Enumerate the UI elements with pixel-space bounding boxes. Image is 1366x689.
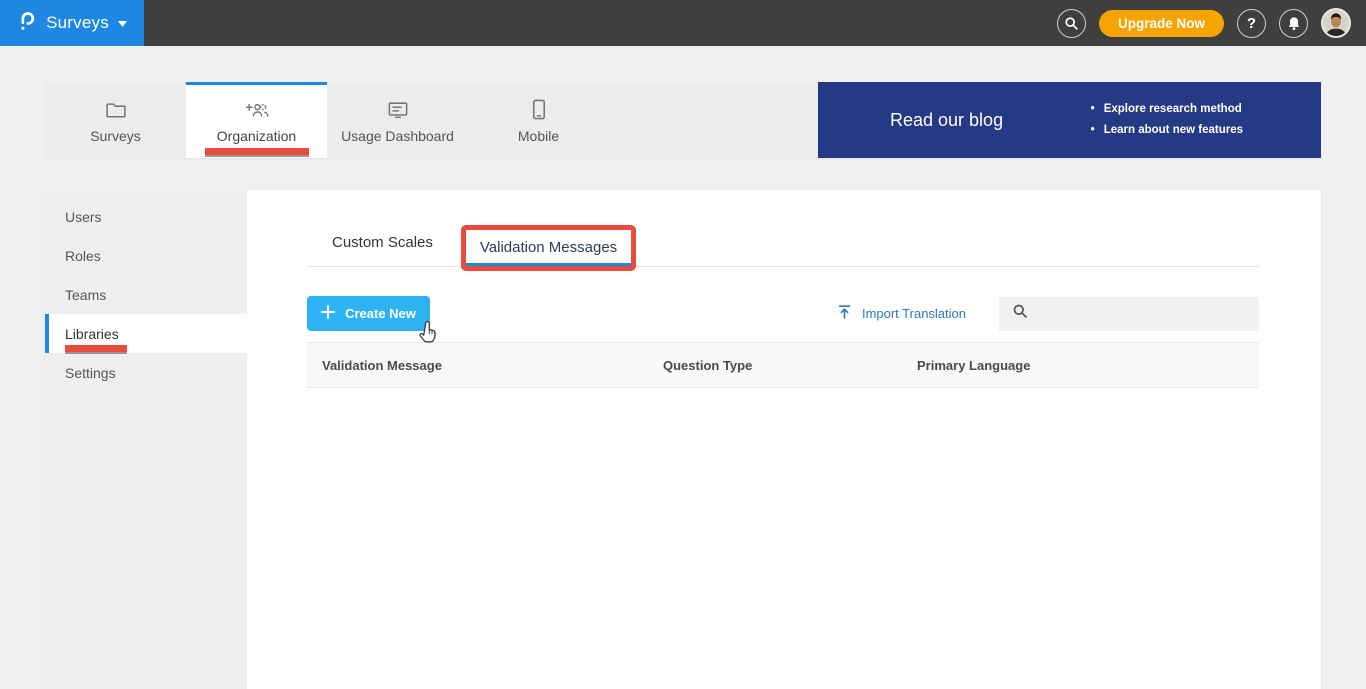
column-header-validation-message: Validation Message (322, 357, 442, 373)
person-add-icon (244, 99, 270, 121)
mobile-icon (532, 99, 546, 121)
blog-banner[interactable]: Read our blog Explore research method Le… (818, 82, 1321, 158)
nav-tab-label: Usage Dashboard (341, 127, 454, 144)
annotation-underline-libraries (65, 345, 127, 352)
notifications-bell-icon[interactable] (1279, 8, 1308, 38)
column-header-question-type: Question Type (663, 357, 753, 373)
annotation-underline-organization (205, 148, 309, 155)
avatar[interactable] (1321, 8, 1351, 38)
content-tabs: Custom Scales Validation Messages (307, 190, 1259, 271)
topbar: Surveys Upgrade Now ? (0, 0, 1366, 46)
sidebar-item-label: Settings (65, 364, 116, 381)
nav-tab-surveys[interactable]: Surveys (45, 82, 186, 158)
import-translation-link[interactable]: Import Translation (837, 304, 966, 323)
tab-validation-messages[interactable]: Validation Messages (465, 230, 632, 266)
sidebar-item-label: Roles (65, 247, 101, 264)
annotation-box-validation-messages: Validation Messages (460, 225, 637, 271)
help-icon[interactable]: ? (1237, 8, 1266, 38)
import-upload-icon (837, 304, 852, 323)
table-search[interactable] (999, 296, 1259, 331)
sidebar: Users Roles Teams Libraries Settings (45, 190, 247, 689)
sidebar-item-teams[interactable]: Teams (45, 275, 247, 314)
nav-tabs: Surveys Organization Usage Dashboard Mob… (45, 82, 609, 158)
nav-tab-organization[interactable]: Organization (186, 82, 327, 158)
nav-tab-usage-dashboard[interactable]: Usage Dashboard (327, 82, 468, 158)
banner-bullet: Learn about new features (1091, 120, 1243, 141)
sidebar-item-label: Users (65, 208, 102, 225)
banner-bullet: Explore research method (1091, 99, 1243, 120)
create-new-label: Create New (345, 306, 416, 321)
nav-tab-label: Mobile (517, 127, 560, 144)
table-header-row: Validation Message Question Type Primary… (307, 342, 1259, 388)
search-input[interactable] (1036, 306, 1259, 321)
product-label: Surveys (46, 13, 109, 32)
topbar-actions: Upgrade Now ? (1056, 8, 1366, 38)
questionpro-logo-icon (17, 10, 37, 37)
product-switcher[interactable]: Surveys (0, 0, 144, 46)
search-icon (1012, 303, 1028, 324)
sidebar-item-label: Teams (65, 286, 107, 303)
primary-nav: Surveys Organization Usage Dashboard Mob… (45, 82, 1321, 158)
tab-custom-scales[interactable]: Custom Scales (332, 234, 433, 266)
plus-icon (321, 305, 336, 322)
search-icon[interactable] (1056, 8, 1086, 38)
create-new-button[interactable]: Create New (307, 296, 430, 331)
content-area: Custom Scales Validation Messages Create… (247, 190, 1321, 689)
sidebar-item-roles[interactable]: Roles (45, 236, 247, 275)
column-header-primary-language: Primary Language (917, 357, 1031, 373)
toolbar: Create New Import Translation (307, 296, 1259, 331)
sidebar-item-label: Libraries (65, 325, 119, 342)
nav-tab-mobile[interactable]: Mobile (468, 82, 609, 158)
sidebar-item-libraries[interactable]: Libraries (45, 314, 247, 353)
nav-tab-label: Organization (216, 128, 297, 144)
chevron-down-icon (117, 14, 127, 32)
folder-icon (105, 99, 127, 121)
banner-title: Read our blog (890, 109, 1004, 130)
sidebar-item-settings[interactable]: Settings (45, 353, 247, 392)
dashboard-icon (387, 99, 409, 121)
banner-bullets: Explore research method Learn about new … (1091, 99, 1243, 141)
main-panel: Users Roles Teams Libraries Settings Cus… (45, 190, 1321, 689)
import-translation-label: Import Translation (861, 306, 966, 321)
nav-tab-label: Surveys (90, 127, 141, 144)
upgrade-now-button[interactable]: Upgrade Now (1098, 9, 1224, 37)
sidebar-item-users[interactable]: Users (45, 197, 247, 236)
